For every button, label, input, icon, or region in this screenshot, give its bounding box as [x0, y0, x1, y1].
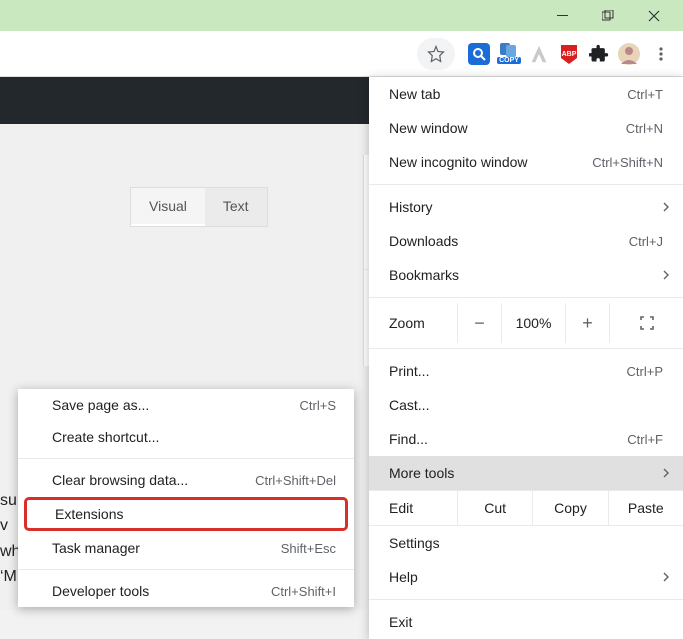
window-maximize-button[interactable]: [585, 0, 631, 31]
extension-search-icon[interactable]: [465, 40, 493, 68]
chrome-menu-button[interactable]: [645, 38, 677, 70]
window-titlebar: [0, 0, 683, 31]
chrome-main-menu: New tabCtrl+T New windowCtrl+N New incog…: [369, 77, 683, 639]
menu-settings[interactable]: Settings: [369, 526, 683, 560]
menu-edit-row: Edit Cut Copy Paste: [369, 490, 683, 526]
extension-a-logo-icon[interactable]: [525, 40, 553, 68]
submenu-separator: [18, 569, 354, 570]
menu-separator: [369, 348, 683, 349]
submenu-create-shortcut[interactable]: Create shortcut...: [18, 421, 354, 453]
window-minimize-button[interactable]: [539, 0, 585, 31]
extension-copy-icon[interactable]: COPY: [495, 40, 523, 68]
fullscreen-icon: [640, 316, 654, 330]
kebab-icon: [653, 46, 669, 62]
chevron-right-icon: [663, 572, 669, 582]
menu-more-tools[interactable]: More tools: [369, 456, 683, 490]
menu-new-window[interactable]: New windowCtrl+N: [369, 111, 683, 145]
extensions-puzzle-icon[interactable]: [585, 40, 613, 68]
submenu-separator: [18, 458, 354, 459]
submenu-extensions[interactable]: Extensions: [24, 497, 348, 531]
submenu-dev-tools[interactable]: Developer toolsCtrl+Shift+I: [18, 575, 354, 607]
editor-tabs: Visual Text: [130, 187, 268, 227]
tab-visual[interactable]: Visual: [131, 188, 205, 226]
menu-new-tab[interactable]: New tabCtrl+T: [369, 77, 683, 111]
extension-abp-icon[interactable]: ABP: [555, 40, 583, 68]
menu-print[interactable]: Print...Ctrl+P: [369, 354, 683, 388]
zoom-value: 100%: [501, 303, 565, 343]
chevron-right-icon: [663, 270, 669, 280]
zoom-out-button[interactable]: −: [457, 303, 501, 343]
menu-separator: [369, 184, 683, 185]
edit-cut-button[interactable]: Cut: [457, 491, 532, 525]
menu-separator: [369, 599, 683, 600]
fullscreen-button[interactable]: [609, 303, 683, 343]
chevron-right-icon: [663, 202, 669, 212]
window-close-button[interactable]: [631, 0, 677, 31]
menu-bookmarks[interactable]: Bookmarks: [369, 258, 683, 292]
submenu-task-manager[interactable]: Task managerShift+Esc: [18, 532, 354, 564]
menu-downloads[interactable]: DownloadsCtrl+J: [369, 224, 683, 258]
browser-toolbar: COPY ABP: [0, 31, 683, 77]
menu-history[interactable]: History: [369, 190, 683, 224]
chevron-right-icon: [663, 468, 669, 478]
menu-exit[interactable]: Exit: [369, 605, 683, 639]
submenu-clear-data[interactable]: Clear browsing data...Ctrl+Shift+Del: [18, 464, 354, 496]
svg-text:ABP: ABP: [562, 51, 577, 58]
menu-cast[interactable]: Cast...: [369, 388, 683, 422]
submenu-save-page[interactable]: Save page as...Ctrl+S: [18, 389, 354, 421]
zoom-in-button[interactable]: +: [565, 303, 609, 343]
edit-paste-button[interactable]: Paste: [608, 491, 683, 525]
star-icon[interactable]: [427, 45, 445, 63]
more-tools-submenu: Save page as...Ctrl+S Create shortcut...…: [18, 389, 354, 607]
tab-text[interactable]: Text: [205, 188, 267, 226]
menu-separator: [369, 297, 683, 298]
menu-zoom: Zoom − 100% +: [369, 303, 683, 343]
menu-help[interactable]: Help: [369, 560, 683, 594]
edit-copy-button[interactable]: Copy: [532, 491, 607, 525]
menu-find[interactable]: Find...Ctrl+F: [369, 422, 683, 456]
omnibox-right[interactable]: [417, 38, 455, 70]
profile-avatar-icon[interactable]: [615, 40, 643, 68]
menu-new-incognito[interactable]: New incognito windowCtrl+Shift+N: [369, 145, 683, 179]
copy-badge-label: COPY: [497, 57, 521, 64]
